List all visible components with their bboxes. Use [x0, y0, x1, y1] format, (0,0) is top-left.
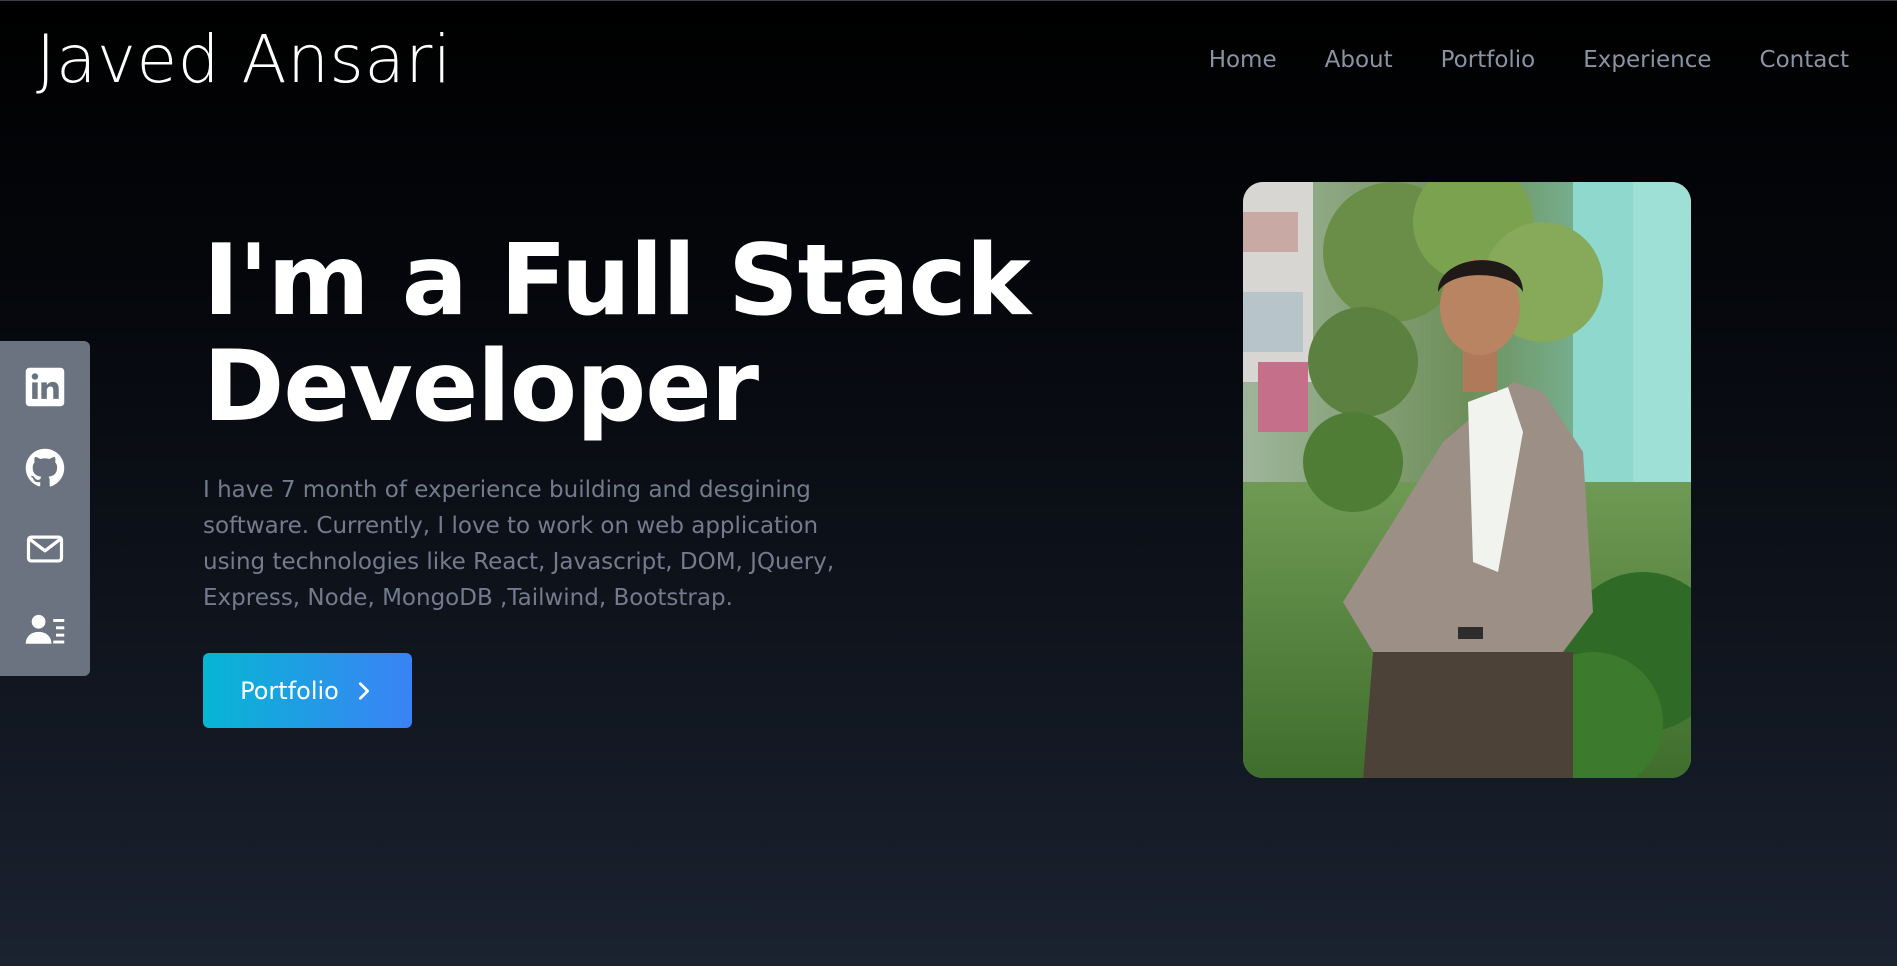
resume-link[interactable]	[21, 606, 69, 654]
github-icon	[25, 448, 65, 487]
linkedin-icon	[25, 368, 65, 407]
linkedin-link[interactable]	[21, 363, 69, 411]
email-link[interactable]	[21, 525, 69, 573]
hero-title-line-2: Developer	[203, 330, 759, 444]
hero-title-line-1: I'm a Full Stack	[203, 224, 1031, 338]
mail-icon	[26, 535, 64, 563]
brand-name[interactable]: Javed Ansari	[36, 18, 452, 102]
github-link[interactable]	[21, 444, 69, 492]
resume-icon	[25, 614, 65, 644]
hero-description: I have 7 month of experience building an…	[203, 477, 835, 611]
nav-home[interactable]: Home	[1209, 40, 1277, 80]
main-nav: Home About Portfolio Experience Contact	[1209, 40, 1849, 80]
chevron-right-icon	[358, 681, 369, 700]
portfolio-button[interactable]: Portfolio	[203, 653, 412, 728]
hero-title: I'm a Full Stack Developer	[203, 224, 1031, 444]
nav-about[interactable]: About	[1325, 40, 1393, 80]
profile-photo	[1243, 182, 1691, 778]
profile-photo-image	[1243, 182, 1691, 778]
nav-experience[interactable]: Experience	[1583, 40, 1711, 80]
social-sidebar	[0, 341, 90, 676]
top-border	[0, 0, 1897, 1]
nav-portfolio[interactable]: Portfolio	[1441, 40, 1536, 80]
nav-contact[interactable]: Contact	[1760, 40, 1849, 80]
portfolio-button-label: Portfolio	[240, 676, 339, 705]
